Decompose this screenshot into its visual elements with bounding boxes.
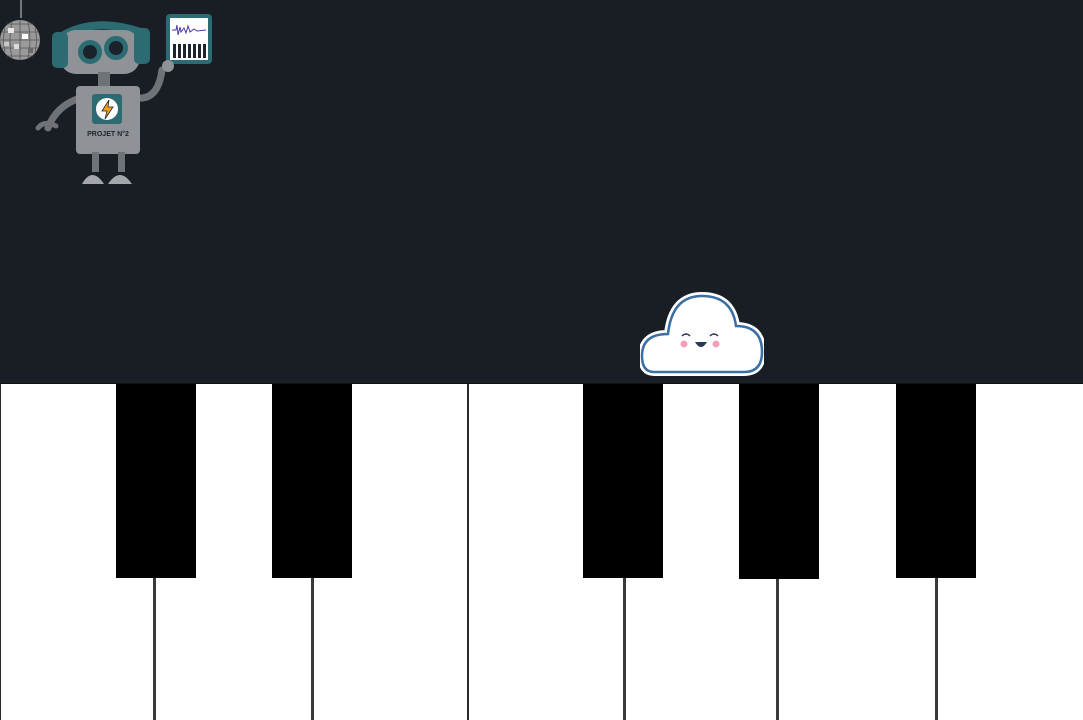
piano-key-g-sharp[interactable]	[739, 384, 819, 579]
piano-key-a-sharp[interactable]	[896, 384, 976, 578]
key-divider	[623, 578, 626, 720]
key-divider	[776, 578, 779, 720]
piano-key-d-sharp[interactable]	[272, 384, 352, 578]
key-divider	[311, 578, 314, 720]
piano-keyboard	[0, 383, 1083, 720]
piano-key-c-sharp[interactable]	[116, 384, 196, 578]
piano-key-f-sharp[interactable]	[583, 384, 663, 578]
robot-mascot: PROJET N°2	[35, 14, 212, 184]
robot-badge-label: PROJET N°2	[87, 130, 129, 138]
key-divider	[153, 578, 156, 720]
game-stage: PROJET N°2	[0, 0, 1083, 720]
cloud-character	[640, 292, 764, 376]
key-divider	[935, 578, 938, 720]
